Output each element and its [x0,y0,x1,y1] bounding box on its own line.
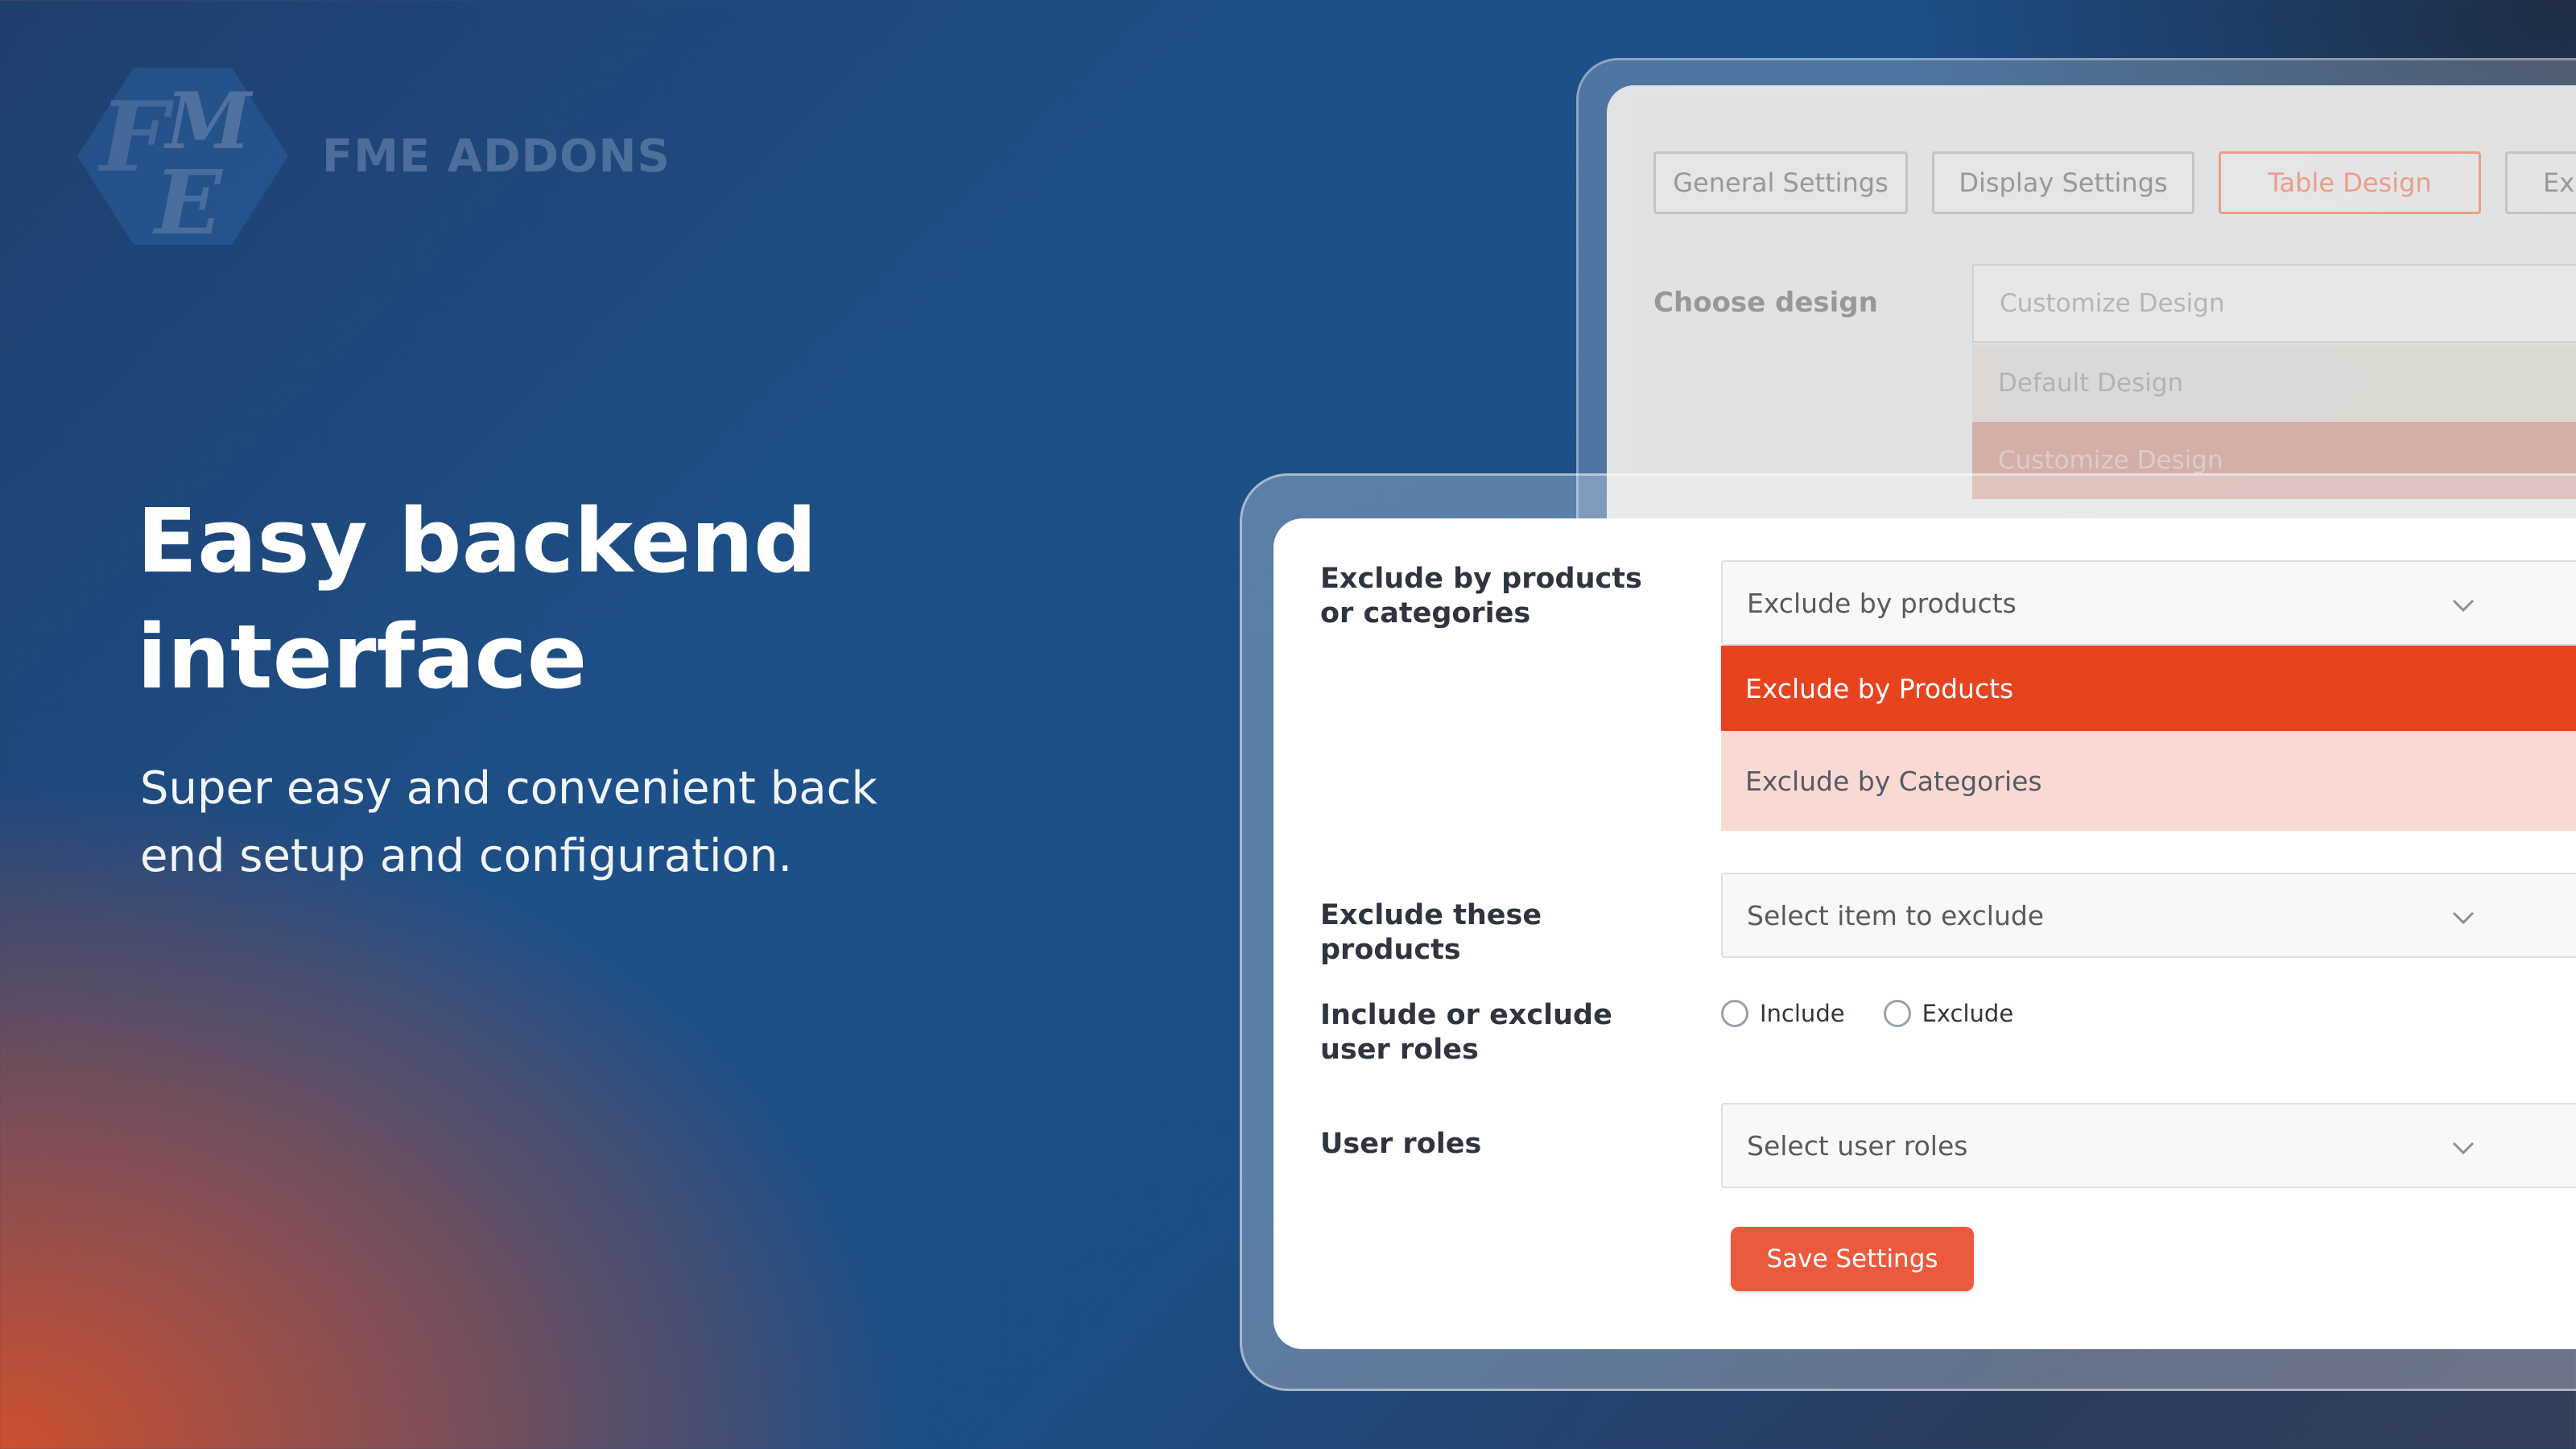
exclude-products-label: Exclude these products [1320,899,1542,966]
choose-design-label: Choose design [1653,287,1878,319]
fme-logo-icon: F M E [77,68,288,245]
exclude-by-label: Exclude by products or categories [1320,563,1642,630]
roles-toggle-radio-group: Include Exclude [1721,1000,2052,1027]
page-subtitle-line-2: end setup and configuration. [140,830,793,882]
page-subtitle-line-1: Super easy and convenient back [140,762,877,815]
save-settings-button[interactable]: Save Settings [1731,1227,1974,1291]
exclude-option-products[interactable]: Exclude by Products [1721,646,2576,731]
front-window-panel: Exclude by products or categories Exclud… [1274,518,2576,1349]
page-title-line-1: Easy backend [137,489,817,592]
user-roles-select[interactable]: Select user roles [1721,1103,2576,1188]
roles-toggle-label: Include or exclude user roles [1320,999,1612,1066]
tab-display-settings[interactable]: Display Settings [1932,151,2194,214]
svg-text:E: E [152,151,224,245]
page-title-line-2: interface [137,605,588,708]
exclude-products-placeholder: Select item to exclude [1747,899,2045,931]
exclude-products-select[interactable]: Select item to exclude [1721,873,2576,958]
choose-design-select[interactable]: Customize Design [1972,264,2576,343]
page-subtitle: Super easy and convenient back end setup… [140,755,945,890]
design-option-default[interactable]: Default Design [1972,345,2576,422]
radio-include-label: Include [1760,1000,1845,1027]
chevron-down-icon [2452,911,2475,925]
tab-general-settings[interactable]: General Settings [1653,151,1908,214]
exclude-by-select[interactable]: Exclude by products [1721,560,2576,646]
user-roles-placeholder: Select user roles [1747,1129,1968,1162]
exclude-by-value: Exclude by products [1747,587,2017,619]
user-roles-label: User roles [1320,1128,1482,1160]
brand-name: FME ADDONS [322,130,671,183]
chevron-down-icon [2452,1141,2475,1155]
exclude-option-categories[interactable]: Exclude by Categories [1721,731,2576,831]
tab-table-design[interactable]: Table Design [2219,151,2481,214]
radio-circle[interactable] [1883,1000,1911,1027]
back-window-panel: General Settings Display Settings Table … [1607,85,2576,536]
radio-exclude[interactable]: Exclude [1883,1000,2014,1027]
radio-exclude-label: Exclude [1922,1000,2014,1027]
radio-circle[interactable] [1721,1000,1748,1027]
brand-logo: F M E FME ADDONS [77,68,671,245]
radio-include[interactable]: Include [1721,1000,1845,1027]
tab-extra[interactable]: Ex [2505,151,2576,214]
chevron-down-icon [2452,599,2475,613]
page-title: Easy backend interface [137,483,1022,715]
